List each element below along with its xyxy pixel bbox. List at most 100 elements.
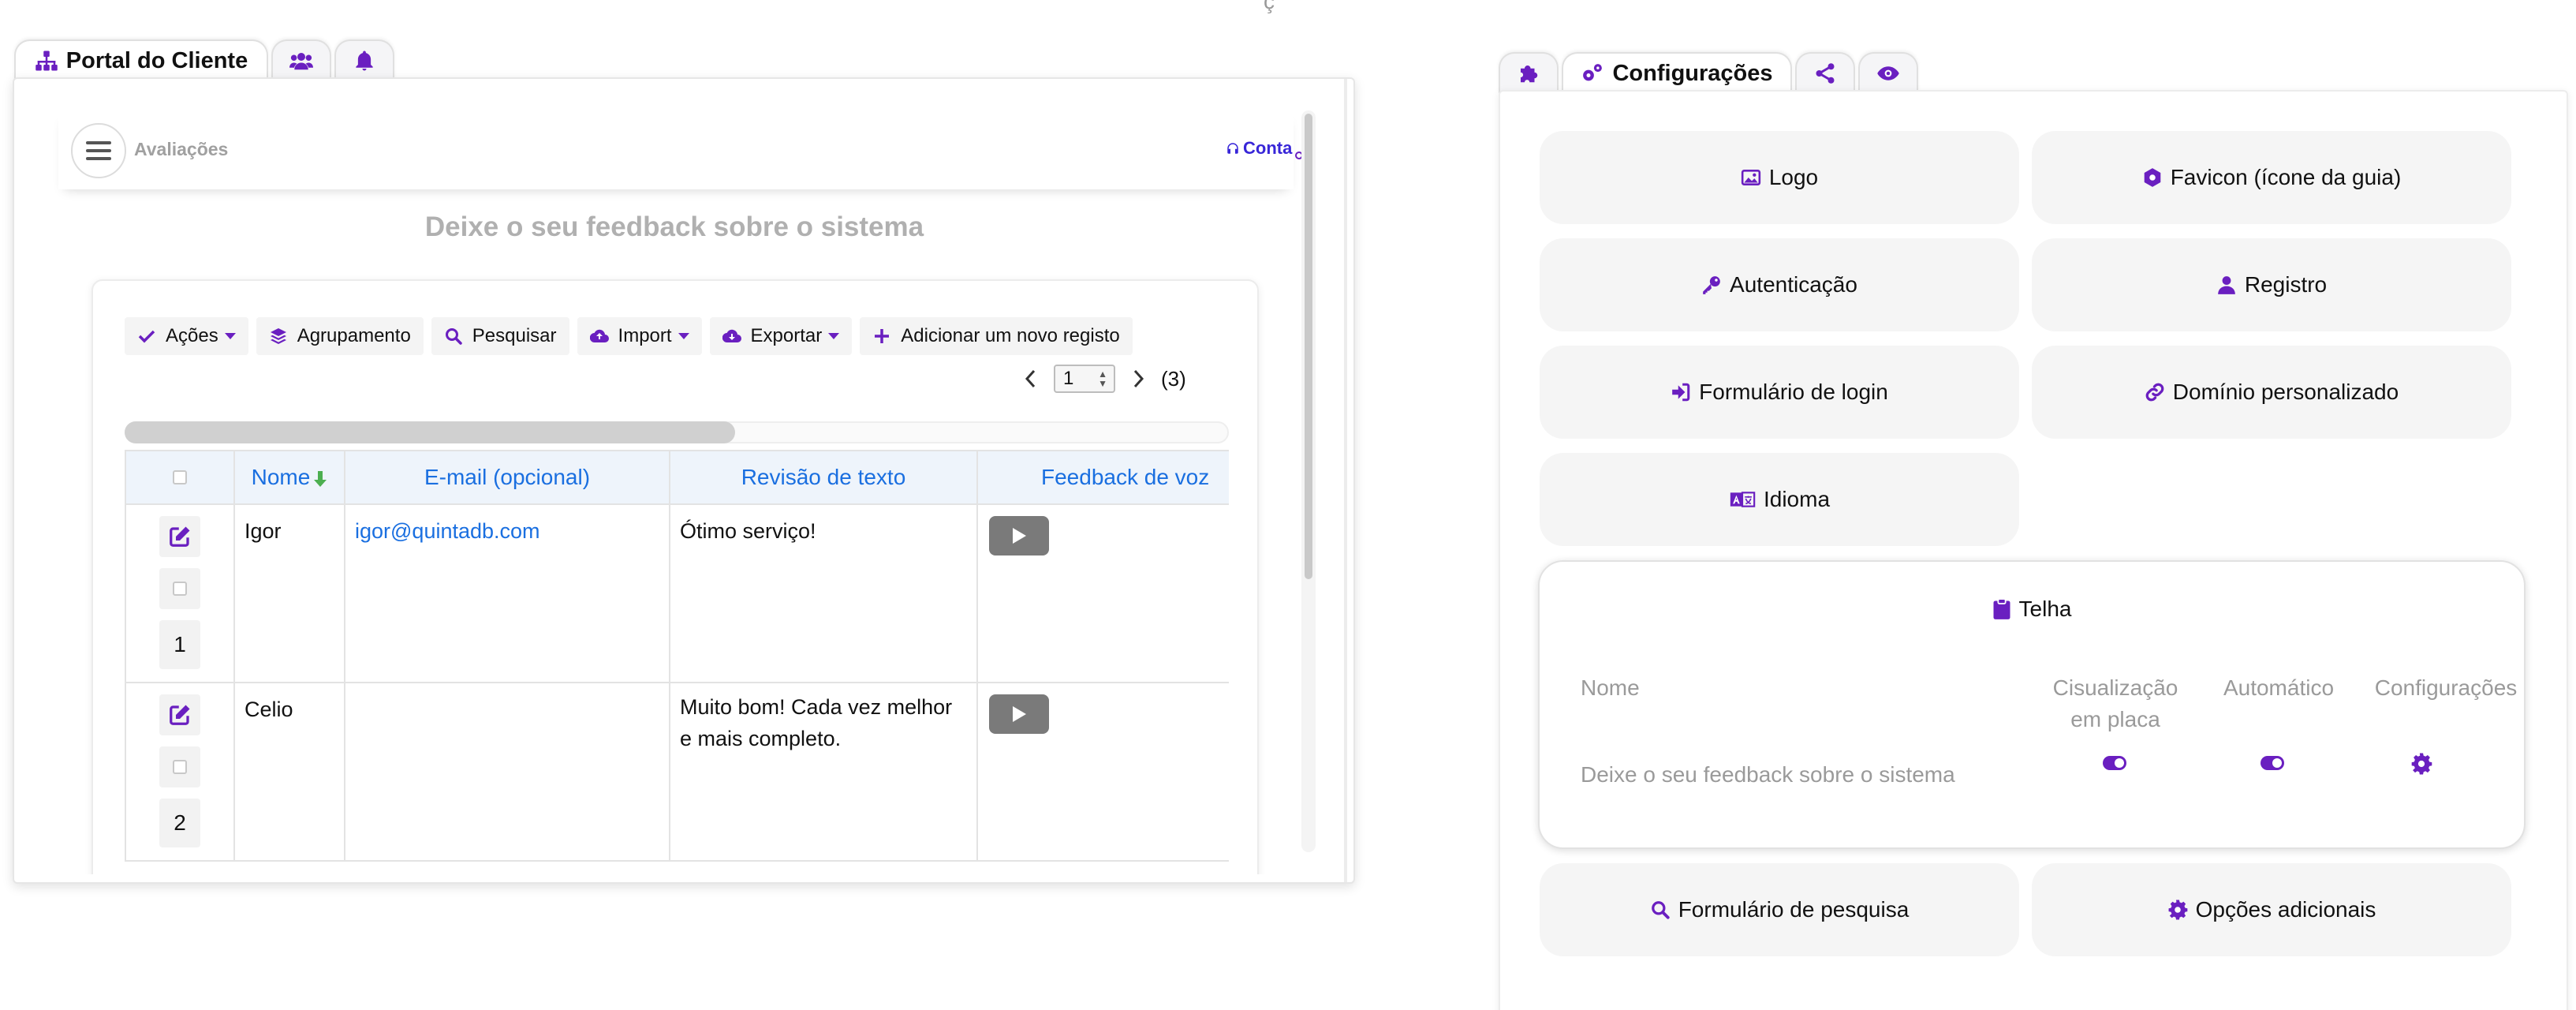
play-button[interactable] — [989, 694, 1049, 734]
cell-review: Muito bom! Cada vez melhor e mais comple… — [669, 682, 978, 862]
record-count: (3) — [1161, 366, 1186, 391]
view-toggle[interactable] — [2103, 756, 2126, 770]
tab-portal-do-cliente[interactable]: Portal do Cliente — [14, 39, 268, 80]
key-icon — [1701, 275, 1722, 295]
export-dropdown[interactable]: Exportar — [709, 317, 853, 355]
email-link[interactable]: igor@quintadb.com — [355, 519, 540, 543]
caret-down-icon — [678, 333, 689, 339]
authentication-button[interactable]: Autenticação — [1540, 238, 2019, 331]
row-controls: 1 — [125, 503, 235, 683]
grouping-button[interactable]: Agrupamento — [256, 317, 424, 355]
import-dropdown[interactable]: Import — [577, 317, 702, 355]
link-icon — [2145, 382, 2165, 402]
column-header-review[interactable]: Revisão de texto — [669, 450, 978, 505]
row-checkbox[interactable] — [173, 582, 187, 596]
select-all-checkbox[interactable] — [173, 470, 187, 484]
play-button[interactable] — [989, 516, 1049, 556]
panel-edge — [1344, 79, 1347, 882]
play-icon — [1010, 705, 1028, 724]
add-record-button[interactable]: Adicionar um novo registo — [860, 317, 1133, 355]
cell-name: Igor — [233, 503, 345, 683]
tile-col-auto: Automático — [2223, 675, 2335, 700]
edit-button[interactable] — [159, 694, 200, 735]
auto-toggle[interactable] — [2261, 756, 2284, 770]
login-form-button[interactable]: Formulário de login — [1540, 346, 2019, 439]
search-button[interactable]: Pesquisar — [431, 317, 569, 355]
search-form-button[interactable]: Formulário de pesquisa — [1540, 863, 2019, 956]
add-record-label: Adicionar um novo registo — [901, 325, 1120, 346]
chevron-right-icon[interactable] — [1129, 367, 1147, 391]
search-label: Pesquisar — [472, 325, 557, 346]
row-number: 1 — [159, 620, 200, 669]
favicon-button[interactable]: Favicon (ícone da guia) — [2032, 131, 2511, 224]
spinner-arrows-icon[interactable]: ▲ ▼ — [1098, 369, 1107, 388]
edit-icon — [168, 703, 192, 727]
plus-icon — [872, 327, 891, 346]
logo-button[interactable]: Logo — [1540, 131, 2019, 224]
additional-options-label: Opções adicionais — [2195, 897, 2376, 922]
cell-email — [344, 682, 670, 862]
vertical-scrollbar-thumb[interactable] — [1305, 114, 1312, 579]
tab-preview[interactable] — [1858, 52, 1918, 93]
page-heading: Deixe o seu feedback sobre o sistema — [424, 211, 924, 242]
status-dot-icon — [1295, 152, 1301, 159]
sign-in-icon — [1671, 382, 1691, 402]
tab-configuracoes[interactable]: Configurações — [1562, 52, 1792, 93]
actions-dropdown[interactable]: Ações — [125, 317, 248, 355]
tab-share[interactable] — [1795, 52, 1855, 93]
column-header-voice[interactable]: Feedback de voz — [976, 450, 1229, 505]
right-tab-bar: Configurações — [1499, 52, 1918, 93]
favicon-label: Favicon (ícone da guia) — [2170, 165, 2402, 189]
pager: 1 ▲ ▼ (3) — [1022, 365, 1186, 393]
account-link[interactable]: Conta — [1226, 137, 1301, 159]
authentication-label: Autenticação — [1730, 272, 1857, 297]
tile-col-view-line2: em placa — [2070, 707, 2160, 731]
tile-settings-gear-icon[interactable] — [2410, 753, 2432, 775]
horizontal-scrollbar-thumb[interactable] — [125, 421, 735, 443]
check-icon — [137, 327, 156, 346]
caret-down-icon — [224, 333, 236, 339]
table-row: 2 Celio Muito bom! Cada vez melhor e mai… — [125, 682, 1229, 862]
tile-col-view-line1: Cisualização — [2052, 675, 2178, 700]
tab-extensions[interactable] — [1499, 52, 1559, 93]
tab-notifications[interactable] — [334, 39, 394, 80]
header-title: Avaliações — [134, 139, 229, 159]
column-header-name[interactable]: Nome — [233, 450, 345, 505]
registration-label: Registro — [2244, 272, 2328, 297]
records-toolbar: Ações Agrupamento Pesquisar Import Expor… — [125, 317, 1133, 355]
actions-label: Ações — [166, 325, 218, 346]
row-checkbox-cell — [159, 746, 200, 787]
tile-col-name: Nome — [1581, 675, 1640, 700]
column-header-email[interactable]: E-mail (opcional) — [344, 450, 670, 505]
share-icon — [1813, 62, 1837, 85]
edit-icon — [168, 525, 192, 548]
page-number: 1 — [1063, 368, 1074, 389]
tile-title-label: Telha — [2018, 597, 2072, 621]
image-icon — [1741, 167, 1761, 188]
logo-label: Logo — [1768, 165, 1819, 189]
page-number-stepper[interactable]: 1 ▲ ▼ — [1054, 365, 1115, 393]
menu-button[interactable] — [71, 123, 126, 178]
overflow-glyph: ç — [1264, 0, 1275, 13]
column-name-label: Nome — [251, 465, 311, 489]
headset-icon — [1226, 141, 1240, 155]
portal-preview: Avaliações Conta Deixe o seu feedback so… — [47, 110, 1301, 874]
language-button[interactable]: Idioma — [1540, 453, 2019, 546]
sitemap-icon — [35, 49, 58, 73]
registration-button[interactable]: Registro — [2032, 238, 2511, 331]
caret-down-icon — [828, 333, 840, 339]
account-label: Conta — [1243, 138, 1293, 158]
language-icon — [1729, 489, 1756, 510]
bell-icon — [353, 49, 376, 73]
additional-options-button[interactable]: Opções adicionais — [2032, 863, 2511, 956]
tile-title: Telha — [1540, 597, 2524, 622]
custom-domain-button[interactable]: Domínio personalizado — [2032, 346, 2511, 439]
chevron-left-icon[interactable] — [1022, 367, 1040, 391]
login-form-label: Formulário de login — [1699, 380, 1888, 404]
puzzle-icon — [1517, 62, 1540, 85]
tab-users[interactable] — [271, 39, 331, 80]
select-all-cell — [125, 450, 235, 505]
row-checkbox[interactable] — [173, 760, 187, 774]
edit-button[interactable] — [159, 516, 200, 557]
eye-icon — [1876, 62, 1900, 85]
